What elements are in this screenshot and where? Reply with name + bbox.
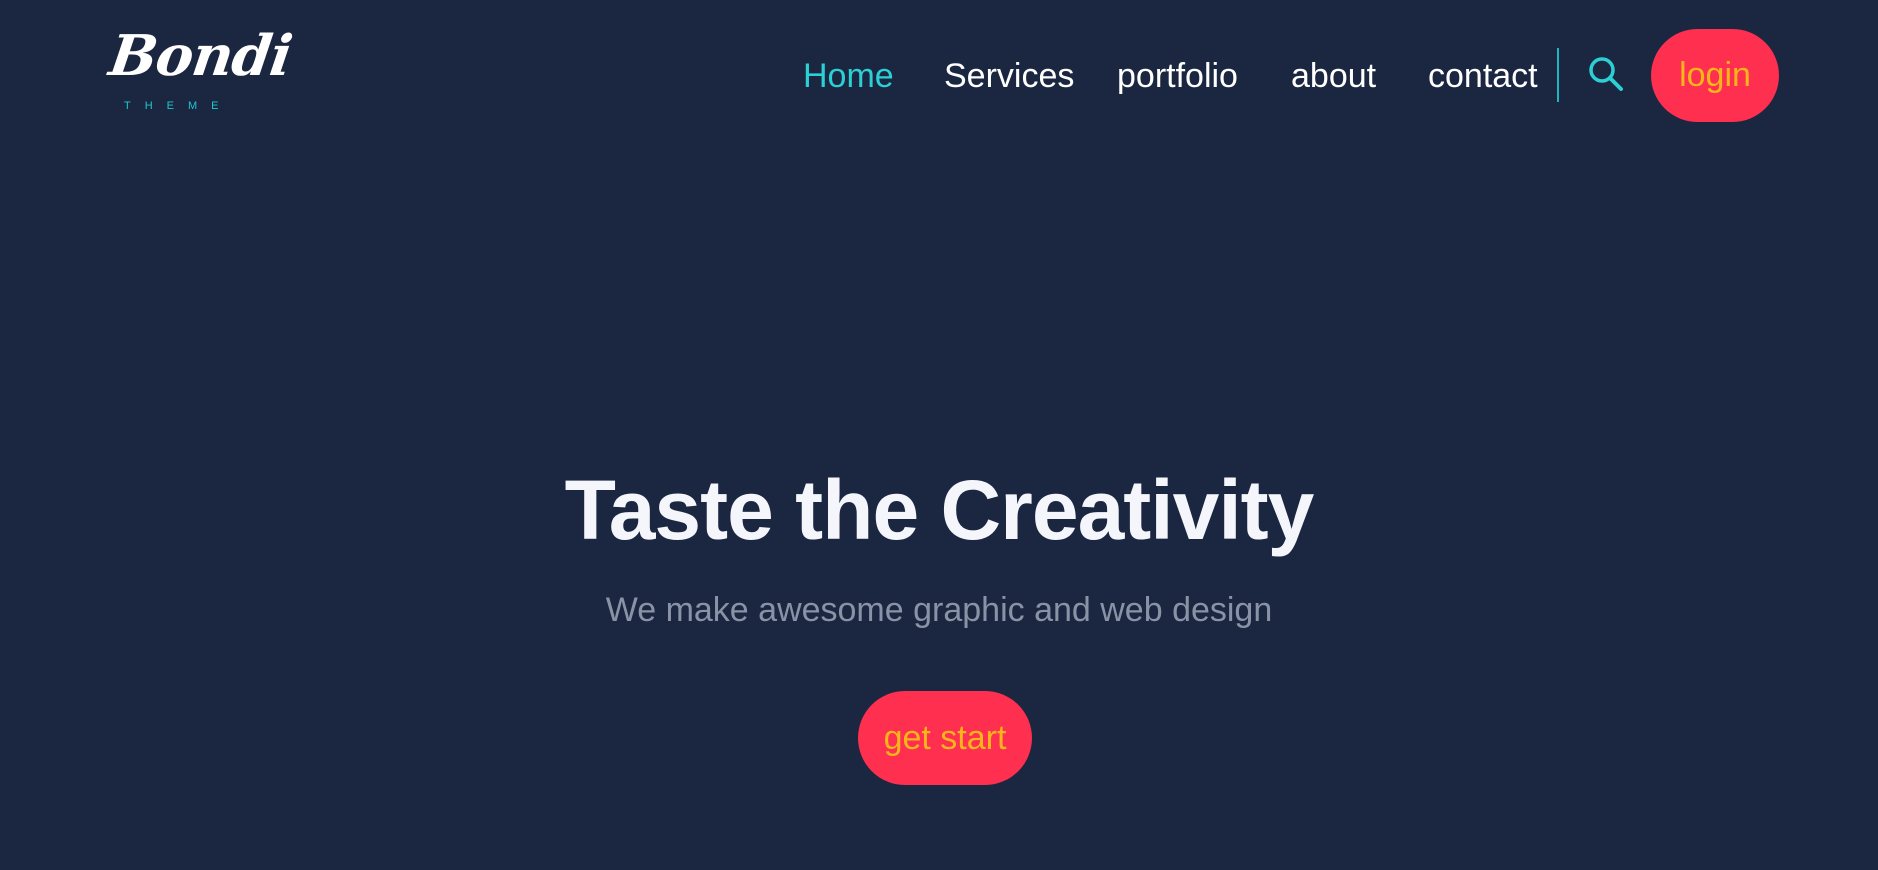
search-button[interactable]: [1586, 54, 1626, 94]
nav-divider: [1557, 48, 1559, 102]
nav-link-portfolio[interactable]: portfolio: [1117, 50, 1238, 102]
logo-tagline: THEME: [124, 100, 233, 112]
page: Bondi THEME Home Services portfolio abou…: [0, 0, 1878, 870]
nav-link-contact[interactable]: contact: [1428, 50, 1538, 102]
logo-wordmark: Bondi: [105, 23, 296, 89]
nav-link-services[interactable]: Services: [944, 50, 1074, 102]
nav-link-home[interactable]: Home: [803, 50, 894, 102]
login-button[interactable]: login: [1651, 29, 1779, 122]
brand-logo[interactable]: Bondi THEME: [105, 23, 295, 120]
hero-subtitle: We make awesome graphic and web design: [605, 591, 1273, 629]
nav-link-about[interactable]: about: [1291, 50, 1376, 102]
get-start-button[interactable]: get start: [858, 691, 1032, 785]
hero-title: Taste the Creativity: [564, 463, 1315, 557]
search-icon: [1589, 57, 1623, 91]
